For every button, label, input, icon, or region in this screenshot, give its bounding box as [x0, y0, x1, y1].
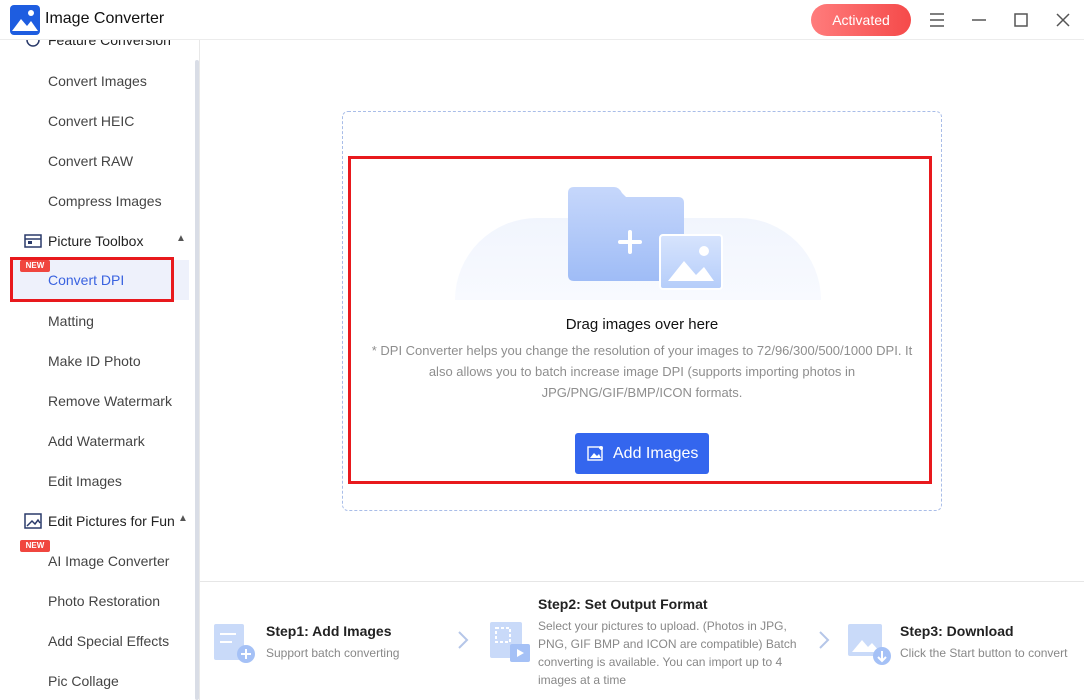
sidebar-item-add-special-effects[interactable]: Add Special Effects: [48, 633, 169, 649]
section-label: Picture Toolbox: [48, 233, 144, 249]
step2-title: Step2: Set Output Format: [538, 596, 708, 612]
minimize-icon[interactable]: [967, 8, 991, 32]
step3-desc: Click the Start button to convert: [900, 646, 1068, 660]
steps-bar: Step1: Add Images Support batch converti…: [200, 581, 1084, 700]
drag-title: Drag images over here: [565, 316, 719, 333]
sidebar-item-pic-collage[interactable]: Pic Collage: [48, 673, 119, 689]
add-image-icon: [587, 446, 603, 461]
feature-conversion-icon: [26, 40, 40, 47]
step2-desc: Select your pictures to upload. (Photos …: [538, 619, 797, 687]
step1-title: Step1: Add Images: [266, 623, 392, 639]
section-picture-toolbox[interactable]: Picture Toolbox ▲: [20, 231, 190, 251]
chevron-right-icon: [458, 631, 469, 649]
chevron-up-icon: ▲: [176, 40, 186, 43]
step-output-format-icon: [490, 622, 530, 662]
step1-desc: Support batch converting: [266, 646, 400, 660]
maximize-icon[interactable]: [1009, 8, 1033, 32]
sidebar-item-convert-raw[interactable]: Convert RAW: [48, 153, 133, 169]
new-badge: NEW: [20, 260, 50, 272]
folder-add-image-icon: [568, 187, 723, 290]
sidebar-item-photo-restoration[interactable]: Photo Restoration: [48, 593, 160, 609]
sidebar-item-matting[interactable]: Matting: [48, 313, 94, 329]
section-edit-pictures-for-fun[interactable]: Edit Pictures for Fun ▲: [20, 511, 190, 531]
sidebar-item-edit-images[interactable]: Edit Images: [48, 473, 122, 489]
section-label: Edit Pictures for Fun: [48, 513, 175, 529]
sidebar-item-make-id-photo[interactable]: Make ID Photo: [48, 353, 141, 369]
sidebar-item-add-watermark[interactable]: Add Watermark: [48, 433, 145, 449]
activated-button[interactable]: Activated: [811, 4, 911, 36]
menu-icon[interactable]: [925, 8, 949, 32]
edit-pictures-icon: [24, 513, 42, 529]
section-label: Feature Conversion: [48, 40, 171, 48]
app-logo-icon: [10, 5, 40, 35]
drag-description: * DPI Converter helps you change the res…: [371, 343, 913, 400]
add-images-label: Add Images: [613, 445, 699, 462]
step-download-icon: [848, 624, 891, 665]
step3-title: Step3: Download: [900, 623, 1014, 639]
toolbox-icon: [24, 234, 42, 248]
add-images-button[interactable]: Add Images: [575, 433, 709, 474]
new-badge: NEW: [20, 540, 50, 552]
chevron-up-icon: ▲: [176, 233, 186, 244]
sidebar-scrollbar[interactable]: [195, 60, 199, 700]
section-feature-conversion[interactable]: Feature Conversion ▲: [20, 40, 190, 50]
sidebar-item-remove-watermark[interactable]: Remove Watermark: [48, 393, 172, 409]
sidebar-item-compress-images[interactable]: Compress Images: [48, 193, 162, 209]
sidebar-item-ai-image-converter[interactable]: AI Image Converter: [48, 553, 169, 569]
close-icon[interactable]: [1051, 8, 1075, 32]
title-bar: Image Converter Activated: [0, 0, 1084, 40]
app-title: Image Converter: [45, 10, 165, 27]
sidebar-item-convert-images[interactable]: Convert Images: [48, 73, 147, 89]
chevron-right-icon: [819, 631, 830, 649]
chevron-up-icon: ▲: [178, 513, 188, 524]
sidebar-item-convert-heic[interactable]: Convert HEIC: [48, 113, 134, 129]
step-add-images-icon: [214, 624, 255, 663]
